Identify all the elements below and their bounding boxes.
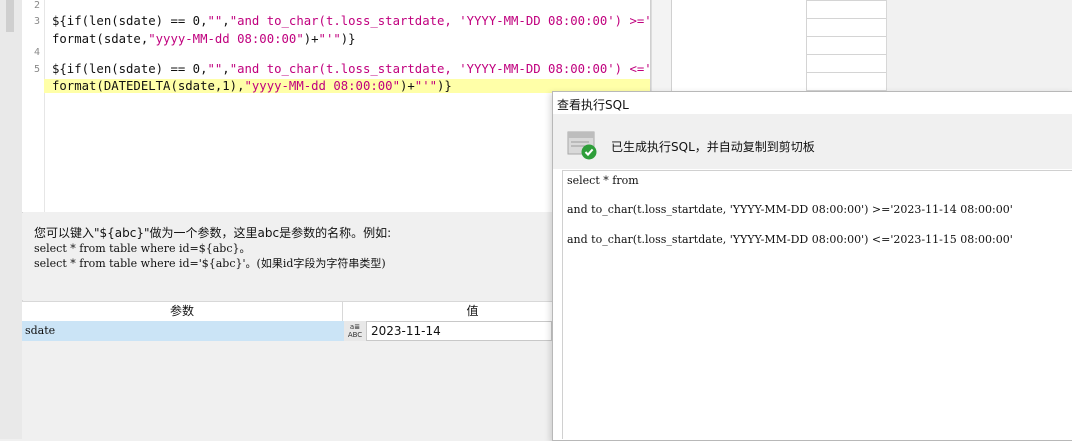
type-icon-bottom: ABC (347, 331, 363, 339)
header-param: 参数 (22, 302, 343, 321)
code-line-3a[interactable]: ${if(len(sdate) == 0,"","and to_char(t.l… (52, 14, 650, 28)
sql-line: and to_char(t.loss_startdate, 'YYYY-MM-D… (567, 203, 1013, 216)
left-scroll-strip[interactable] (0, 0, 23, 439)
line-number: 5 (33, 64, 40, 75)
dialog-title-bar[interactable]: 查看执行SQL (553, 92, 1072, 114)
line-gutter: 2 3 4 5 (22, 0, 45, 212)
help-panel: 您可以键入"${abc}"做为一个参数，这里abc是参数的名称。例如: sele… (22, 213, 552, 300)
help-example-1: select * from table where id=${abc}。 (34, 242, 251, 255)
line-number: 2 (33, 0, 40, 11)
background-grid (671, 0, 1072, 92)
code-line-5a[interactable]: ${if(len(sdate) == 0,"","and to_char(t.l… (52, 62, 650, 76)
dialog-header: 已生成执行SQL，并自动复制到剪切板 (553, 114, 1072, 169)
sql-output-textarea[interactable]: select * from and to_char(t.loss_startda… (562, 170, 1072, 439)
grid-cells (806, 0, 886, 92)
grid-right-area (886, 0, 1072, 92)
help-title: 您可以键入"${abc}"做为一个参数，这里abc是参数的名称。例如: (34, 226, 392, 240)
sql-line: select * from (567, 174, 639, 187)
grid-column (671, 0, 807, 92)
view-sql-dialog: 查看执行SQL 已生成执行SQL，并自动复制到剪切板 select * from… (552, 91, 1072, 441)
code-line-3b[interactable]: format(sdate,"yyyy-MM-dd 08:00:00")+"'")… (52, 32, 356, 46)
param-value-field[interactable]: 2023-11-14 (366, 321, 552, 341)
param-name-cell[interactable]: sdate (22, 321, 344, 341)
parameter-table: 参数 值 sdate a≣ ABC 2023-11-14 (22, 301, 552, 439)
database-check-icon (567, 131, 597, 160)
left-scroll-thumb[interactable] (6, 0, 14, 32)
type-icon-top: a≣ (349, 323, 361, 331)
table-row[interactable]: sdate a≣ ABC 2023-11-14 (22, 321, 552, 341)
help-example-2: select * from table where id='${abc}'。(如… (34, 257, 386, 270)
dialog-title: 查看执行SQL (557, 98, 629, 112)
text-type-icon[interactable]: a≣ ABC (344, 321, 366, 341)
dialog-message: 已生成执行SQL，并自动复制到剪切板 (611, 140, 815, 154)
sql-line: and to_char(t.loss_startdate, 'YYYY-MM-D… (567, 233, 1013, 246)
header-value: 值 (466, 304, 479, 318)
line-number: 3 (33, 16, 40, 27)
parameter-table-header: 参数 值 (22, 301, 552, 322)
line-number: 4 (33, 47, 40, 58)
